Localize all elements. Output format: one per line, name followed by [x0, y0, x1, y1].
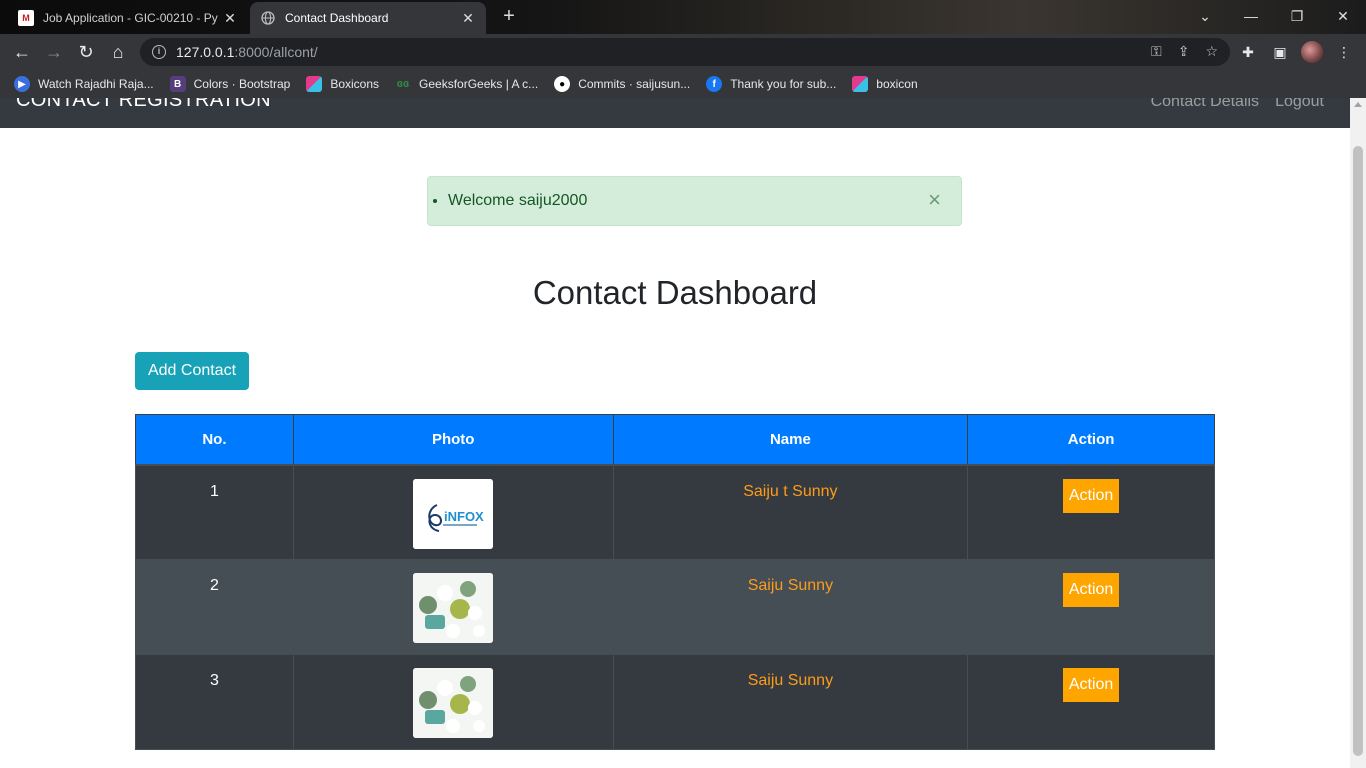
contact-name: Saiju Sunny	[612, 654, 969, 750]
column-header-photo: Photo	[292, 414, 614, 466]
contact-photo	[413, 668, 494, 738]
nav-link-logout[interactable]: Logout	[1275, 98, 1324, 111]
logo-text: iNFOX	[444, 509, 484, 524]
navbar-brand[interactable]: CONTACT REGISTRATION	[16, 98, 271, 112]
bookmark-item[interactable]: ● Commits · saijusun...	[554, 76, 690, 92]
table-header-row: No. Photo Name Action	[135, 414, 1215, 466]
page-title: Contact Dashboard	[532, 274, 818, 311]
github-icon: ●	[554, 76, 571, 92]
gmail-icon: M	[18, 10, 34, 26]
column-header-no: No.	[135, 414, 294, 466]
alert-message: Welcome saiju2000	[448, 192, 587, 210]
action-button[interactable]: Action	[1063, 668, 1120, 702]
tab-job-application[interactable]: M Job Application - GIC-00210 - Py ✕	[8, 2, 248, 34]
url-text: 127.0.0.1:8000/allcont/	[176, 44, 318, 60]
contacts-table: No. Photo Name Action 1 iNFOX Saiju t Su…	[135, 414, 1215, 750]
share-icon[interactable]: ⇪	[1178, 43, 1190, 60]
back-icon[interactable]: ←	[10, 40, 34, 64]
photo-cell: iNFOX	[292, 464, 614, 560]
photo-cell	[292, 654, 614, 750]
bookmarks-bar: ▶ Watch Rajadhi Raja... B Colors · Boots…	[0, 70, 1366, 98]
row-number: 1	[135, 464, 294, 560]
play-icon: ▶	[14, 76, 30, 92]
tab-search-icon[interactable]: ⌄	[1182, 0, 1228, 32]
contact-name: Saiju t Sunny	[612, 464, 969, 560]
nav-link-contact-details[interactable]: Contact Details	[1151, 98, 1260, 111]
action-cell: Action	[967, 654, 1215, 750]
table-row: 3 Saiju Sunny Action	[135, 654, 1215, 750]
browser-toolbar: ← → ↻ ⌂ i 127.0.0.1:8000/allcont/ ⚿ ⇪ ☆ …	[0, 34, 1366, 70]
column-header-name: Name	[612, 414, 969, 466]
bookmark-item[interactable]: B Colors · Bootstrap	[169, 76, 290, 92]
new-tab-button[interactable]: +	[498, 6, 520, 28]
bookmark-item[interactable]: ɞɞ GeeksforGeeks | A c...	[395, 76, 538, 92]
contact-photo: iNFOX	[413, 478, 494, 549]
boxicons-icon	[306, 76, 323, 92]
bookmark-item[interactable]: ▶ Watch Rajadhi Raja...	[14, 76, 154, 92]
scrollbar-thumb[interactable]	[1353, 146, 1363, 756]
site-info-icon[interactable]: i	[152, 45, 166, 59]
globe-icon	[260, 10, 276, 26]
tab-contact-dashboard[interactable]: Contact Dashboard ✕	[250, 2, 486, 34]
home-icon[interactable]: ⌂	[106, 40, 130, 64]
column-header-action: Action	[967, 414, 1215, 466]
bootstrap-icon: B	[169, 76, 186, 92]
menu-icon[interactable]: ⋮	[1332, 40, 1356, 64]
scroll-up-icon[interactable]	[1354, 102, 1362, 107]
contact-photo	[413, 573, 494, 643]
minimize-icon[interactable]: —	[1228, 0, 1274, 32]
action-button[interactable]: Action	[1063, 478, 1120, 513]
site-navbar: CONTACT REGISTRATION Contact Details Log…	[0, 98, 1350, 128]
tab-title: Job Application - GIC-00210 - Py	[43, 11, 218, 25]
profile-avatar[interactable]	[1300, 40, 1324, 64]
table-row: 2 Saiju Sunny Action	[135, 559, 1215, 655]
geeksforgeeks-icon: ɞɞ	[396, 78, 410, 90]
reload-icon[interactable]: ↻	[74, 40, 98, 64]
close-tab-icon[interactable]: ✕	[222, 10, 238, 27]
photo-cell	[292, 559, 614, 655]
side-panel-icon[interactable]: ▣	[1268, 40, 1292, 64]
forward-icon[interactable]: →	[42, 40, 66, 64]
contact-name: Saiju Sunny	[612, 559, 969, 655]
bookmark-star-icon[interactable]: ☆	[1205, 43, 1218, 60]
key-icon[interactable]: ⚿	[1151, 43, 1162, 60]
action-button[interactable]: Action	[1063, 573, 1120, 607]
restore-icon[interactable]: ❐	[1274, 0, 1320, 32]
tab-title: Contact Dashboard	[285, 11, 389, 25]
table-row: 1 iNFOX Saiju t Sunny Action	[135, 464, 1215, 560]
extensions-icon[interactable]: ✚	[1236, 40, 1260, 64]
close-tab-icon[interactable]: ✕	[460, 10, 476, 27]
add-contact-button[interactable]: Add Contact	[135, 352, 249, 390]
bookmark-item[interactable]: Boxicons	[306, 76, 379, 92]
page-scrollbar[interactable]	[1350, 98, 1366, 768]
boxicons-icon	[852, 76, 869, 92]
browser-tab-bar: M Job Application - GIC-00210 - Py ✕ Con…	[0, 0, 1366, 34]
close-window-icon[interactable]: ✕	[1320, 0, 1366, 32]
action-cell: Action	[967, 559, 1215, 655]
facebook-icon: f	[706, 76, 723, 92]
close-icon[interactable]: ×	[928, 189, 941, 211]
row-number: 3	[135, 654, 294, 750]
welcome-alert: Welcome saiju2000 ×	[427, 176, 962, 226]
page-viewport: CONTACT REGISTRATION Contact Details Log…	[0, 98, 1350, 768]
address-bar[interactable]: i 127.0.0.1:8000/allcont/ ⚿ ⇪ ☆	[140, 38, 1230, 66]
bookmark-item[interactable]: f Thank you for sub...	[706, 76, 836, 92]
action-cell: Action	[967, 464, 1215, 560]
row-number: 2	[135, 559, 294, 655]
bookmark-item[interactable]: boxicon	[852, 76, 918, 92]
